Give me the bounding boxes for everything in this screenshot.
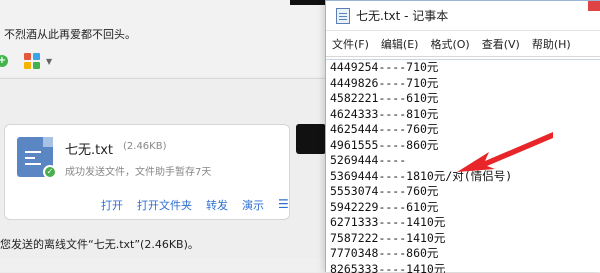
avatar[interactable] bbox=[296, 124, 326, 154]
recent-message: 不烈酒从此再爱都不回头。 bbox=[4, 26, 136, 42]
text-line: 7587222----1410元 bbox=[326, 231, 600, 247]
text-line: 6271333----1410元 bbox=[326, 215, 600, 231]
chevron-down-icon[interactable]: ▼ bbox=[46, 57, 52, 66]
check-icon: ✓ bbox=[43, 165, 57, 179]
window-edge bbox=[290, 0, 330, 5]
menu-format[interactable]: 格式(O) bbox=[430, 36, 469, 52]
title-bar[interactable]: 七无.txt - 记事本 bbox=[326, 1, 600, 31]
text-line: 7770348----860元 bbox=[326, 246, 600, 262]
offline-file-note: 您发送的离线文件“七无.txt”(2.46KB)。 bbox=[0, 236, 199, 252]
text-line: 4449826----710元 bbox=[326, 76, 600, 92]
file-name[interactable]: 七无.txt bbox=[65, 139, 113, 158]
text-line: 8265333----1410元 bbox=[326, 262, 600, 273]
menu-view[interactable]: 查看(V) bbox=[482, 36, 520, 52]
file-size: (2.46KB) bbox=[123, 141, 167, 152]
forward-button[interactable]: 转发 bbox=[206, 197, 228, 213]
more-menu-icon[interactable]: ☰ bbox=[278, 197, 289, 213]
menu-edit[interactable]: 编辑(E) bbox=[381, 36, 419, 52]
text-line: 4624333----810元 bbox=[326, 107, 600, 123]
chat-input-area[interactable] bbox=[0, 258, 330, 272]
present-button[interactable]: 演示 bbox=[242, 197, 264, 213]
divider bbox=[0, 78, 330, 79]
notepad-icon bbox=[336, 8, 350, 24]
file-status: 成功发送文件，文件助手暂存7天 bbox=[65, 163, 211, 178]
menu-help[interactable]: 帮助(H) bbox=[532, 36, 571, 52]
file-message-card[interactable]: ✓ 七无.txt (2.46KB) 成功发送文件，文件助手暂存7天 打开 打开文… bbox=[4, 124, 290, 220]
file-actions: 打开 打开文件夹 转发 演示 ☰ bbox=[101, 197, 289, 213]
text-line: 5553074----760元 bbox=[326, 184, 600, 200]
chat-toolbar: + ▼ bbox=[0, 50, 52, 72]
window-title: 七无.txt - 记事本 bbox=[356, 7, 448, 24]
open-button[interactable]: 打开 bbox=[101, 197, 123, 213]
text-line: 4582221----610元 bbox=[326, 91, 600, 107]
menu-file[interactable]: 文件(F) bbox=[332, 36, 369, 52]
open-folder-button[interactable]: 打开文件夹 bbox=[137, 197, 192, 213]
close-icon[interactable] bbox=[588, 1, 600, 11]
menu-bar: 文件(F) 编辑(E) 格式(O) 查看(V) 帮助(H) bbox=[326, 31, 600, 57]
apps-icon[interactable] bbox=[24, 53, 40, 69]
text-line: 4449254----710元 bbox=[326, 60, 600, 76]
red-arrow-icon bbox=[455, 128, 555, 178]
add-icon[interactable]: + bbox=[0, 55, 8, 67]
text-line: 5942229----610元 bbox=[326, 200, 600, 216]
